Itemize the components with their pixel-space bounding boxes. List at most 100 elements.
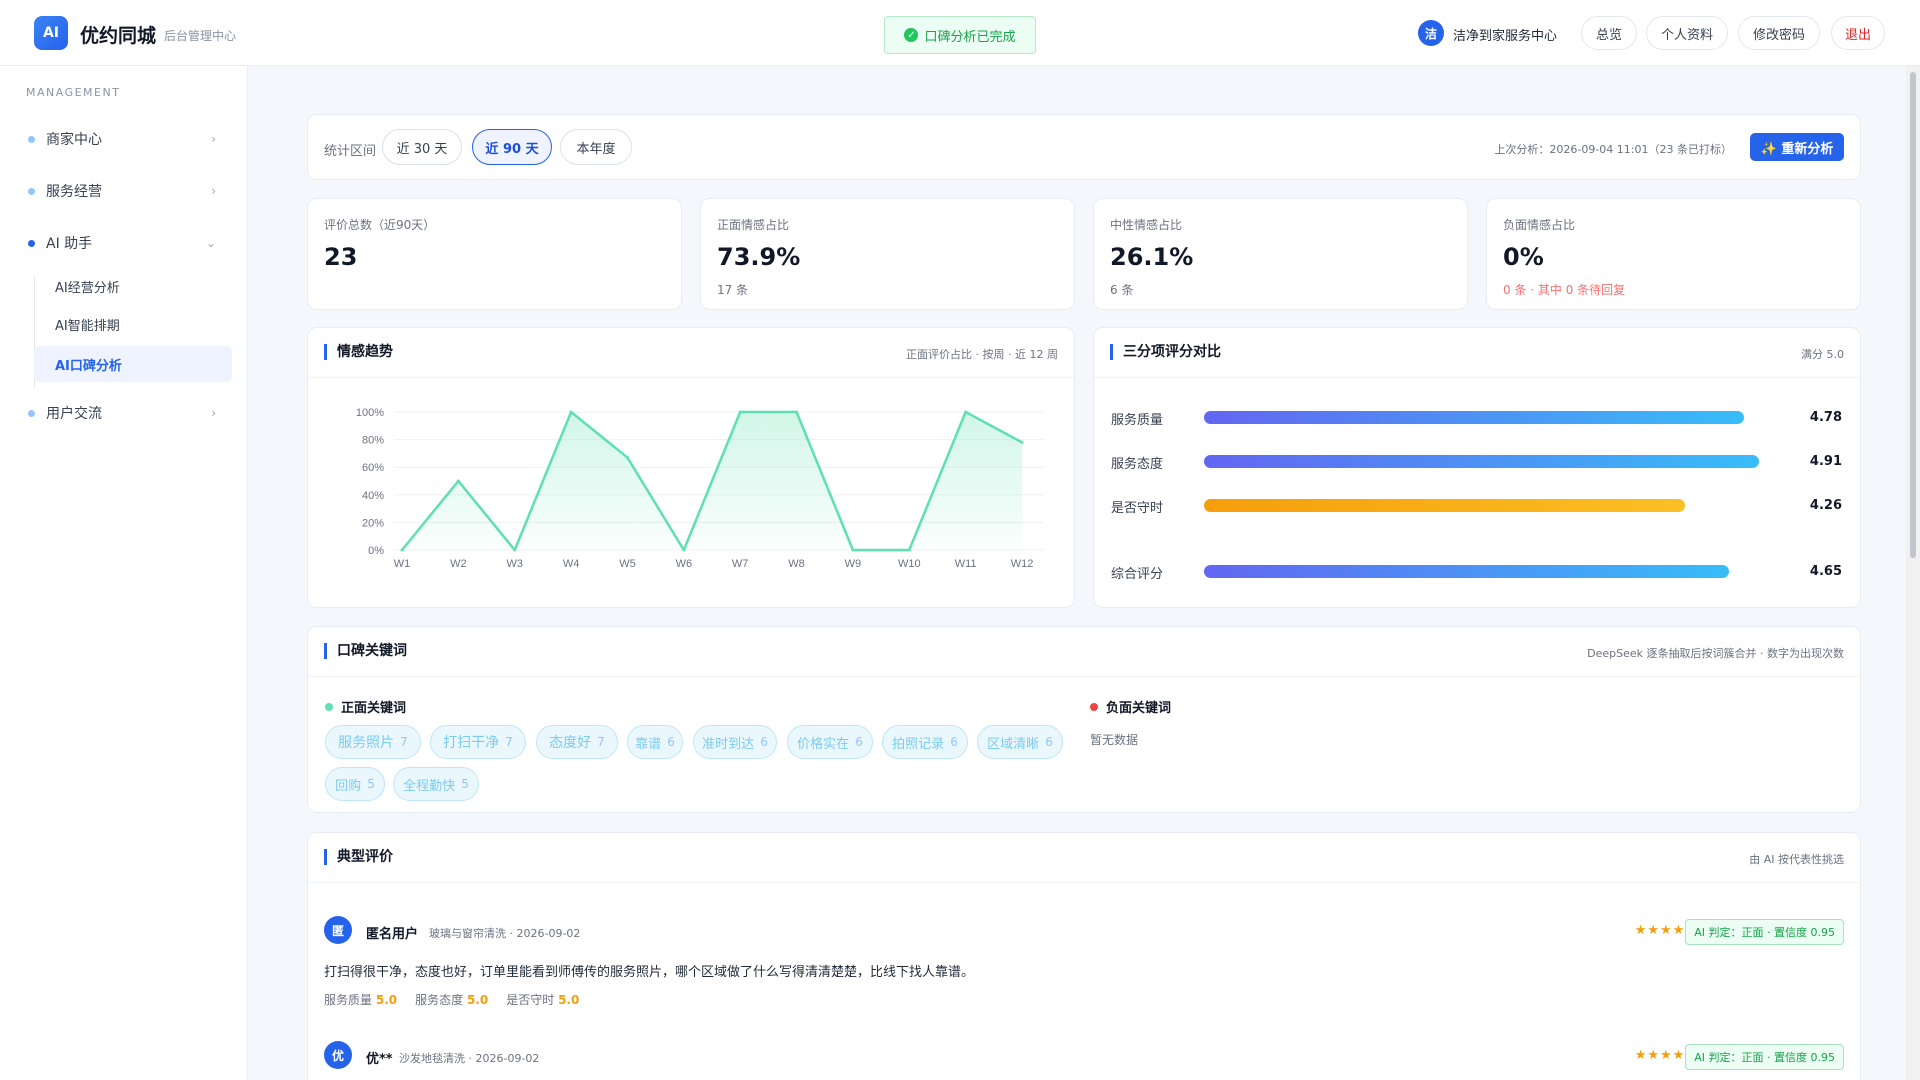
keyword-word: 价格实在	[797, 736, 850, 752]
sidebar-subitem-ai-business-analysis[interactable]: AI经营分析	[34, 268, 232, 304]
sidebar-item-merchant-center[interactable]: 商家中心 ›	[28, 124, 224, 154]
score-value: 5.0	[466, 993, 489, 1007]
rating-value: 4.91	[1809, 454, 1842, 469]
keyword-chip[interactable]: 回购 5	[325, 767, 385, 801]
keyword-count: 6	[667, 735, 675, 749]
ai-sentiment-badge: AI 判定：正面 · 置信度 0.95	[1685, 919, 1844, 945]
chevron-down-icon: ⌄	[205, 236, 216, 250]
keyword-chip[interactable]: 全程勤快 5	[393, 767, 479, 801]
bullet-icon	[28, 239, 35, 247]
sidebar-item-service-operations[interactable]: 服务经营 ›	[28, 176, 224, 206]
x-tick-label: W9	[845, 558, 862, 570]
brand-subtitle: 后台管理中心	[164, 29, 237, 43]
bullet-icon	[28, 135, 35, 143]
sidebar-item-label: 服务经营	[46, 184, 102, 200]
stat-card-total: 评价总数（近90天） 23	[307, 198, 682, 310]
last-analysis-info: 上次分析：2026-09-04 11:01（23 条已打标）	[1494, 143, 1732, 156]
y-tick-label: 20%	[362, 517, 384, 529]
stat-card-neutral: 中性情感占比 26.1% 6 条	[1093, 198, 1468, 310]
x-tick-label: W4	[563, 558, 580, 570]
rating-label: 服务质量	[1111, 413, 1164, 428]
stat-value: 0%	[1503, 243, 1544, 271]
keyword-chip[interactable]: 区域清晰 6	[977, 725, 1063, 759]
x-tick-label: W11	[955, 558, 977, 570]
sidebar-item-user-communication[interactable]: 用户交流 ›	[28, 398, 224, 428]
keyword-word: 准时到达	[702, 736, 755, 752]
data-point	[456, 479, 460, 483]
keyword-chip[interactable]: 态度好 7	[536, 725, 618, 759]
rating-bar	[1204, 499, 1685, 512]
keyword-word: 打扫干净	[443, 735, 500, 751]
merchant-avatar[interactable]: 洁	[1418, 20, 1444, 46]
x-tick-label: W8	[788, 558, 805, 570]
overview-button[interactable]: 总览	[1581, 16, 1637, 50]
y-tick-label: 80%	[362, 435, 384, 447]
scrollbar-thumb[interactable]	[1910, 72, 1916, 558]
data-point	[738, 410, 742, 414]
keyword-chip[interactable]: 价格实在 6	[787, 725, 873, 759]
sidebar-subitem-ai-reputation-analysis[interactable]: AI口碑分析	[34, 346, 232, 382]
y-tick-label: 100%	[356, 407, 384, 419]
sidebar-item-label: 商家中心	[46, 132, 102, 148]
card-title: 口碑关键词	[324, 643, 407, 659]
rating-label: 服务态度	[1111, 457, 1164, 472]
period-label: 统计区间	[324, 144, 377, 159]
period-this-year[interactable]: 本年度	[560, 129, 632, 165]
keyword-count: 5	[367, 777, 375, 791]
keyword-word: 拍照记录	[892, 736, 945, 752]
card-header: 口碑关键词 DeepSeek 逐条抽取后按词簇合并 · 数字为出现次数	[308, 627, 1860, 677]
reanalyze-button[interactable]: ✨ 重新分析	[1750, 133, 1844, 161]
sidebar: MANAGEMENT 商家中心 › 服务经营 › AI 助手 ⌄ AI经营分析 …	[0, 66, 248, 1080]
reviewer-name: 匿名用户	[366, 927, 419, 942]
reviewer-avatar: 优	[324, 1041, 352, 1069]
card-title: 情感趋势	[324, 344, 393, 360]
sidebar-subitem-ai-scheduling[interactable]: AI智能排期	[34, 306, 232, 342]
keyword-word: 态度好	[549, 735, 592, 751]
score-item: 服务质量 5.0	[324, 991, 397, 1008]
x-tick-label: W12	[1011, 558, 1034, 570]
period-30-days[interactable]: 近 30 天	[382, 129, 462, 165]
card-header: 三分项评分对比 满分 5.0	[1094, 328, 1860, 378]
keyword-word: 区域清晰	[987, 736, 1040, 752]
sidebar-section-title: MANAGEMENT	[26, 86, 121, 99]
stat-sub: 0 条 · 其中 0 条待回复	[1503, 283, 1626, 297]
keyword-chip[interactable]: 准时到达 6	[693, 725, 777, 759]
sidebar-item-ai-assistant[interactable]: AI 助手 ⌄	[28, 228, 224, 258]
stat-card-positive: 正面情感占比 73.9% 17 条	[700, 198, 1075, 310]
card-note: 由 AI 按代表性挑选	[1749, 853, 1844, 866]
logo: AI	[34, 16, 68, 50]
stat-value: 23	[324, 243, 358, 271]
rating-value: 4.65	[1809, 564, 1842, 579]
heading-text: 负面关键词	[1106, 701, 1172, 716]
keyword-word: 服务照片	[338, 735, 395, 751]
keyword-chip[interactable]: 服务照片 7	[325, 725, 421, 759]
sentiment-trend-card: 情感趋势 正面评价占比 · 按周 · 近 12 周 0% 20% 40% 60% 80%…	[307, 327, 1075, 608]
logout-button[interactable]: 退出	[1831, 16, 1885, 50]
reviewer-name: 优**	[366, 1052, 393, 1067]
keyword-chip[interactable]: 打扫干净 7	[430, 725, 526, 759]
x-tick-label: W6	[676, 558, 693, 570]
review-meta: 沙发地毯清洗 · 2026-09-02	[399, 1052, 540, 1065]
change-password-button[interactable]: 修改密码	[1738, 16, 1820, 50]
score-item: 服务态度 5.0	[415, 991, 488, 1008]
merchant-name[interactable]: 洁净到家服务中心	[1453, 25, 1557, 44]
bullet-icon	[28, 187, 35, 195]
data-point	[513, 548, 517, 552]
keyword-chip[interactable]: 拍照记录 6	[882, 725, 968, 759]
x-tick-label: W10	[898, 558, 921, 570]
profile-button[interactable]: 个人资料	[1646, 16, 1728, 50]
x-tick-label: W7	[732, 558, 749, 570]
rating-bar	[1204, 565, 1729, 578]
keyword-word: 靠谱	[635, 736, 662, 752]
keyword-count: 6	[950, 735, 958, 749]
period-90-days[interactable]: 近 90 天	[472, 129, 552, 165]
keyword-count: 5	[461, 777, 469, 791]
data-point	[964, 410, 968, 414]
keyword-chip[interactable]: 靠谱 6	[627, 725, 683, 759]
page-scrollbar[interactable]	[1906, 66, 1920, 1080]
score-label: 服务态度	[415, 993, 464, 1007]
stat-card-negative: 负面情感占比 0% 0 条 · 其中 0 条待回复	[1486, 198, 1861, 310]
keyword-count: 7	[505, 735, 513, 749]
y-tick-label: 60%	[362, 462, 384, 474]
stat-sub: 17 条	[717, 283, 749, 297]
